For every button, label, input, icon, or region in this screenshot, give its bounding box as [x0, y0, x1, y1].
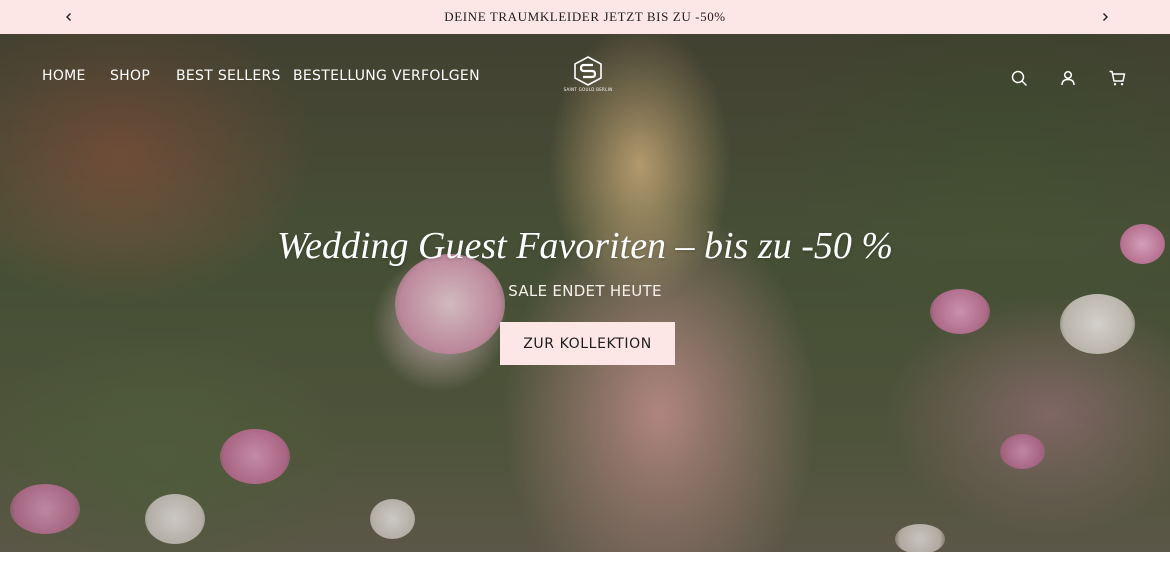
chevron-left-icon	[66, 13, 71, 21]
shop-collection-button[interactable]: ZUR KOLLEKTION	[500, 322, 675, 365]
nav-item-home[interactable]: HOME	[42, 68, 86, 84]
nav-item-track-order[interactable]: BESTELLUNG VERFOLGEN	[293, 68, 480, 84]
search-icon	[1011, 70, 1027, 86]
logo-icon	[574, 56, 602, 86]
nav-item-best-sellers[interactable]: BEST SELLERS	[176, 68, 281, 84]
brand-logo[interactable]: SAINT GOULD BERLIN	[564, 56, 612, 98]
header-nav: HOME SHOP BEST SELLERS BESTELLUNG VERFOL…	[0, 34, 1170, 120]
account-icon	[1061, 70, 1075, 86]
chevron-right-icon	[1103, 13, 1108, 21]
hero-banner: HOME SHOP BEST SELLERS BESTELLUNG VERFOL…	[0, 34, 1170, 552]
logo-caption: SAINT GOULD BERLIN	[563, 87, 613, 92]
cart-button[interactable]	[1107, 68, 1127, 88]
hero-title: Wedding Guest Favoriten – bis zu -50 %	[276, 225, 894, 267]
search-button[interactable]	[1009, 68, 1029, 88]
account-button[interactable]	[1058, 68, 1078, 88]
announcement-next-button[interactable]	[1088, 0, 1122, 34]
announcement-text: DEINE TRAUMKLEIDER JETZT BIS ZU -50%	[444, 9, 726, 24]
hero-subtitle: SALE ENDET HEUTE	[508, 282, 662, 300]
announcement-bar: DEINE TRAUMKLEIDER JETZT BIS ZU -50%	[0, 0, 1170, 34]
nav-item-shop[interactable]: SHOP	[110, 68, 150, 84]
cart-icon	[1109, 70, 1126, 86]
announcement-prev-button[interactable]	[52, 0, 86, 34]
